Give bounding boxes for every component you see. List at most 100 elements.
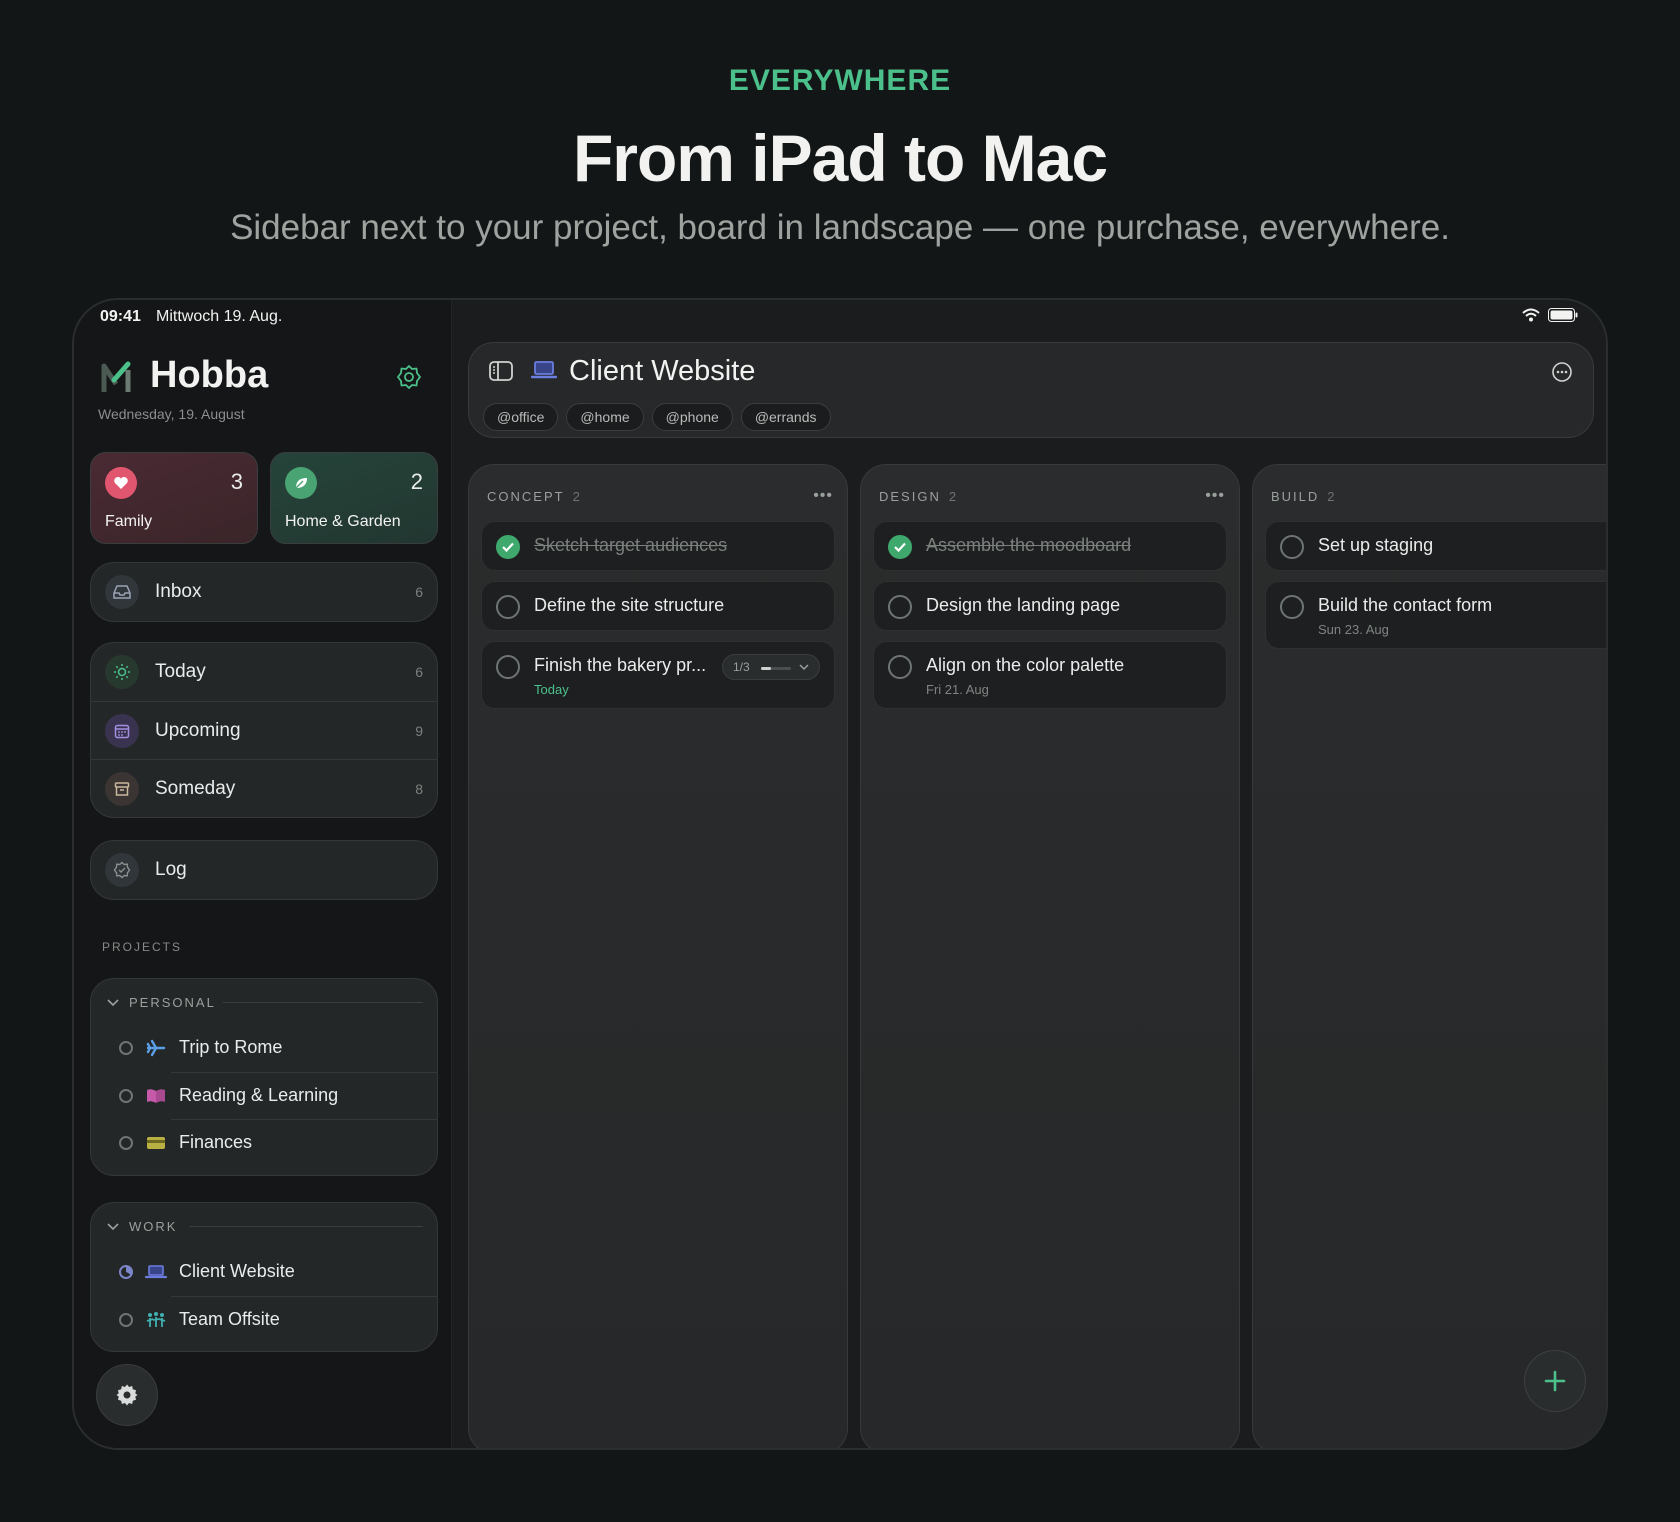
board-column-build: BUILD 2 Set up staging Build the contact … <box>1252 464 1606 1448</box>
smart-lists-group: Today 6 Upcoming 9 Someday 8 <box>90 642 438 818</box>
inbox-group: Inbox 6 <box>90 562 438 622</box>
task-due: Today <box>534 682 569 697</box>
project-label: Reading & Learning <box>179 1085 339 1105</box>
sidebar-item-label: Today <box>155 661 206 682</box>
project-progress-ring <box>119 1265 133 1279</box>
task-title: Assemble the moodboard <box>926 535 1132 555</box>
sidebar-item-label: Someday <box>155 777 236 799</box>
column-more-icon[interactable]: ••• <box>1205 487 1225 505</box>
task-card[interactable]: Assemble the moodboard <box>873 521 1227 571</box>
personal-group-header[interactable]: PERSONAL <box>91 979 437 1025</box>
more-options-icon[interactable] <box>1551 361 1573 383</box>
project-item-finances[interactable]: Finances <box>119 1119 437 1166</box>
checkbox-done[interactable] <box>496 535 520 559</box>
project-item-team-offsite[interactable]: Team Offsite <box>119 1296 437 1343</box>
task-title: Build the contact form <box>1318 595 1493 615</box>
sidebar-item-inbox[interactable]: Inbox 6 <box>91 563 437 621</box>
checkbox-done[interactable] <box>888 535 912 559</box>
sidebar-item-label: Inbox <box>155 581 202 602</box>
sidebar-toggle-icon[interactable] <box>489 361 513 381</box>
task-title: Set up staging <box>1318 535 1434 555</box>
task-card[interactable]: Sketch target audiences <box>481 521 835 571</box>
chevron-down-icon <box>799 664 809 671</box>
task-card[interactable]: Finish the bakery pr... Today 1/3 <box>481 641 835 709</box>
sidebar-item-count: 9 <box>415 722 423 739</box>
tag-phone[interactable]: @phone <box>651 403 733 431</box>
heart-icon <box>105 467 137 499</box>
board-column-design: DESIGN 2 ••• Assemble the moodboard Desig… <box>860 464 1240 1448</box>
task-card[interactable]: Align on the color palette Fri 21. Aug <box>873 641 1227 709</box>
sidebar-item-count: 6 <box>415 664 423 680</box>
book-icon <box>145 1085 167 1107</box>
task-card[interactable]: Build the contact form Sun 23. Aug <box>1265 581 1606 649</box>
main-area: Client Website @office @home @phone @err… <box>452 300 1606 1448</box>
tag-office[interactable]: @office <box>483 403 559 431</box>
sidebar-item-log[interactable]: Log <box>91 841 437 899</box>
project-label: Finances <box>179 1132 253 1152</box>
task-card[interactable]: Define the site structure <box>481 581 835 631</box>
checkbox[interactable] <box>1280 535 1304 559</box>
sidebar-item-someday[interactable]: Someday 8 <box>91 759 437 817</box>
hero-headline: From iPad to Mac <box>572 121 1108 195</box>
subtask-count: 1/3 <box>733 660 750 674</box>
area-tile-home-garden[interactable]: 2 Home & Garden <box>270 452 438 544</box>
sidebar-item-today[interactable]: Today 6 <box>91 643 437 701</box>
checkbox[interactable] <box>888 595 912 619</box>
tile-count: 3 <box>230 469 243 494</box>
sidebar-item-count: 8 <box>415 780 423 797</box>
tag-errands[interactable]: @errands <box>740 403 831 431</box>
area-tile-family[interactable]: 3 Family <box>90 452 258 544</box>
project-item-reading-learning[interactable]: Reading & Learning <box>119 1072 437 1119</box>
laptop-icon <box>531 361 557 379</box>
plus-icon <box>1544 1370 1566 1392</box>
leaf-icon <box>285 467 317 499</box>
project-progress-ring <box>119 1313 133 1327</box>
task-card[interactable]: Design the landing page <box>873 581 1227 631</box>
task-title: Define the site structure <box>534 595 725 615</box>
sidebar-item-upcoming[interactable]: Upcoming 9 <box>91 701 437 759</box>
checkbox[interactable] <box>496 655 520 679</box>
add-task-button[interactable] <box>1524 1350 1586 1412</box>
sidebar-date: Wednesday, 19. August <box>98 406 245 422</box>
checkbox[interactable] <box>888 655 912 679</box>
inbox-icon <box>105 575 139 609</box>
project-label: Team Offsite <box>179 1309 280 1329</box>
credit-card-icon <box>145 1132 167 1154</box>
badge-settings-icon[interactable] <box>396 364 422 390</box>
tile-count: 2 <box>410 469 423 494</box>
sun-icon <box>105 655 139 689</box>
task-card[interactable]: Set up staging <box>1265 521 1606 571</box>
checkbox[interactable] <box>496 595 520 619</box>
calendar-icon <box>105 714 139 748</box>
column-more-icon[interactable]: ••• <box>813 487 833 505</box>
log-group: Log <box>90 840 438 900</box>
status-time: 09:41 <box>100 308 141 325</box>
people-icon <box>145 1309 167 1331</box>
project-item-client-website[interactable]: Client Website <box>91 1249 437 1296</box>
hero-subhead: Sidebar next to your project, board in l… <box>230 208 1450 247</box>
status-bar: 09:41 Mittwoch 19. Aug. <box>74 300 1606 340</box>
status-date: Mittwoch 19. Aug. <box>156 308 283 325</box>
subtask-progress-bar <box>761 667 791 670</box>
work-project-group: WORK Client Website Team Offsite <box>90 1202 438 1352</box>
project-item-trip-to-rome[interactable]: Trip to Rome <box>91 1025 437 1072</box>
subtask-progress-pill[interactable]: 1/3 <box>722 654 820 680</box>
checkbox[interactable] <box>1280 595 1304 619</box>
ipad-frame: 09:41 Mittwoch 19. Aug. Hobba Wednesday,… <box>72 298 1608 1450</box>
project-progress-ring <box>119 1041 133 1055</box>
work-group-header[interactable]: WORK <box>91 1203 437 1249</box>
settings-button[interactable] <box>96 1364 158 1426</box>
tag-home[interactable]: @home <box>566 403 644 431</box>
chevron-down-icon <box>107 1223 119 1231</box>
laptop-icon <box>145 1261 167 1283</box>
task-title: Align on the color palette <box>926 655 1125 675</box>
personal-project-group: PERSONAL Trip to Rome Reading & Learning <box>90 978 438 1176</box>
project-progress-ring <box>119 1089 133 1103</box>
sidebar-item-label: Log <box>155 859 187 880</box>
column-title: BUILD <box>1271 489 1320 504</box>
tile-label: Home & Garden <box>285 513 401 530</box>
column-count: 2 <box>948 489 959 504</box>
project-header: Client Website @office @home @phone @err… <box>468 342 1594 438</box>
app-logo-icon <box>101 361 131 392</box>
project-label: Client Website <box>179 1261 295 1281</box>
